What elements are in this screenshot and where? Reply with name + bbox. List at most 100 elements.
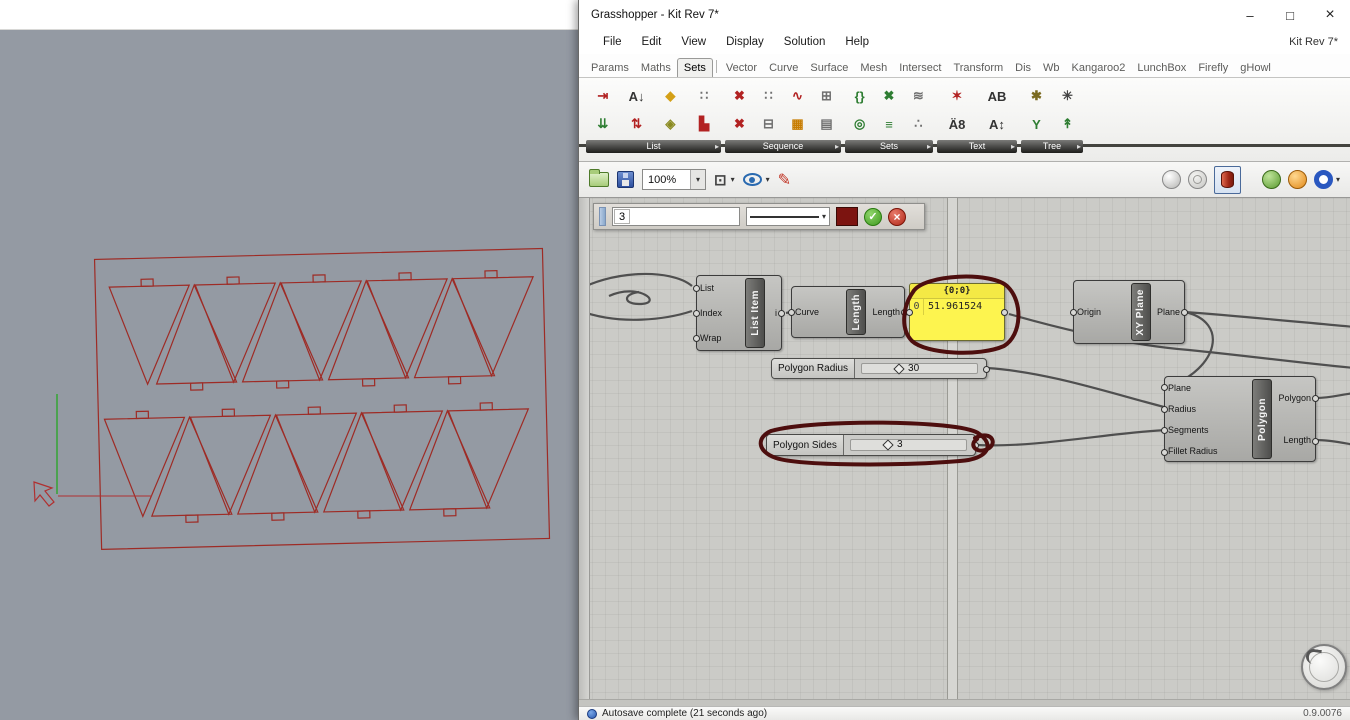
delete-consecutive-icon[interactable]: ∴ [904,110,933,138]
slider-polygon-radius[interactable]: Polygon Radius 30 [771,358,990,379]
menu-display[interactable]: Display [716,36,774,48]
stack-data-icon[interactable]: ▤ [812,110,841,138]
concatenate-icon[interactable]: AB [977,82,1017,110]
group-label-sets[interactable]: Sets ▸ [845,140,933,153]
cull-pattern-icon[interactable]: ✖ [725,82,754,110]
partition-list-icon[interactable]: ∷ [687,82,721,110]
component-core[interactable]: Length [846,289,867,335]
display-settings-icon[interactable] [1313,170,1333,189]
tab-dis[interactable]: Dis [1009,59,1037,77]
output-port[interactable] [1181,309,1188,316]
set-union-icon[interactable]: ≋ [904,82,933,110]
input-port[interactable] [693,310,700,317]
tab-transform[interactable]: Transform [947,59,1009,77]
data-panel[interactable]: {0;0} 0 51.961524 [906,283,1008,341]
zoom-dropdown[interactable]: 100% ▾ [642,169,706,190]
output-port[interactable] [972,442,979,449]
slider-track[interactable]: 30 [861,362,978,375]
graft-tree-icon[interactable]: Y [1021,110,1052,138]
canvas-hscrollbar[interactable] [579,699,1350,706]
cancel-button[interactable]: × [888,207,906,226]
dropdown-icon[interactable]: ▾ [822,212,826,221]
pick-choose-icon[interactable]: ⇊ [586,110,620,138]
preview-quality-icon[interactable] [1287,170,1307,189]
group-expand-icon[interactable]: ▸ [1077,140,1081,153]
sketch-value[interactable]: 3 [614,209,630,224]
group-expand-icon[interactable]: ▸ [715,140,719,153]
group-expand-icon[interactable]: ▸ [835,140,839,153]
reverse-list-icon[interactable]: ◈ [654,110,688,138]
slider-polygon-sides[interactable]: Polygon Sides 3 [766,434,979,456]
tab-lunchbox[interactable]: LunchBox [1131,59,1192,77]
canvas-compass[interactable] [1301,644,1347,690]
text-fragment-icon[interactable]: ✶ [937,82,977,110]
output-port[interactable] [983,366,990,373]
group-label-list[interactable]: List ▸ [586,140,721,153]
component-core[interactable]: List Item [745,278,765,348]
tab-vector[interactable]: Vector [720,59,763,77]
slider-handle[interactable] [882,439,894,451]
group-label-sequence[interactable]: Sequence ▸ [725,140,841,153]
preview-wireframe-icon[interactable] [1187,170,1207,189]
menu-view[interactable]: View [671,36,716,48]
slider-handle[interactable] [893,362,905,375]
menu-edit[interactable]: Edit [632,36,672,48]
sketch-value-field[interactable]: 3 [612,207,740,226]
toolbar-grip[interactable] [599,207,606,226]
tab-ghowl[interactable]: gHowl [1234,59,1277,77]
group-label-tree[interactable]: Tree ▸ [1021,140,1083,153]
explode-tree-icon[interactable]: ✱ [1021,82,1052,110]
create-set-icon[interactable]: {} [845,82,874,110]
input-port[interactable] [1070,309,1077,316]
item-index-icon[interactable]: ◆ [654,82,688,110]
tab-mesh[interactable]: Mesh [854,59,893,77]
insert-items-icon[interactable]: ⇥ [586,82,620,110]
maximize-button[interactable]: □ [1270,0,1310,30]
member-index-icon[interactable]: ◎ [845,110,874,138]
menu-help[interactable]: Help [835,36,879,48]
input-port[interactable] [906,309,913,316]
input-port[interactable] [1161,427,1168,434]
sort-text-icon[interactable]: A↕ [977,110,1017,138]
group-expand-icon[interactable]: ▸ [927,140,931,153]
component-list-item[interactable]: List Index Wrap List Item i [693,275,785,351]
set-intersection-icon[interactable]: ≡ [874,110,903,138]
output-port[interactable] [1312,395,1319,402]
dropdown-icon[interactable]: ▾ [766,175,770,184]
close-button[interactable]: × [1310,0,1350,30]
component-polygon[interactable]: Plane Radius Segments Fillet Radius Poly… [1161,376,1319,462]
preview-shaded-button[interactable] [1213,165,1241,194]
accept-button[interactable]: ✓ [864,207,882,226]
slider-track[interactable]: 3 [849,439,967,451]
open-file-icon[interactable] [589,169,609,187]
input-port[interactable] [788,309,795,316]
tab-surface[interactable]: Surface [804,59,854,77]
set-difference-icon[interactable]: ✖ [874,82,903,110]
input-port[interactable] [693,335,700,342]
dropdown-icon[interactable]: ▾ [731,175,735,184]
group-label-text-group[interactable]: Text ▸ [937,140,1017,153]
sketch-pen-icon[interactable]: ✎ [778,170,791,190]
sort-list-icon[interactable]: ⇅ [620,110,654,138]
flatten-tree-icon[interactable]: ✳ [1052,82,1083,110]
component-length[interactable]: Curve Length Length [788,286,908,338]
menu-solution[interactable]: Solution [774,36,836,48]
dropdown-icon[interactable]: ▾ [1336,175,1340,184]
component-core[interactable]: XY Plane [1130,283,1151,341]
output-port[interactable] [1001,309,1008,316]
tab-maths[interactable]: Maths [635,59,677,77]
tab-firefly[interactable]: Firefly [1192,59,1234,77]
output-port[interactable] [1312,438,1319,445]
dropdown-icon[interactable]: ▾ [690,170,705,189]
characters-icon[interactable]: Ä8 [937,110,977,138]
minimize-button[interactable]: – [1230,0,1270,30]
output-port[interactable] [778,310,785,317]
preview-off-icon[interactable] [1161,170,1181,189]
jitter-icon[interactable]: ∿ [783,82,812,110]
custom-preview-icon[interactable] [1261,170,1281,189]
input-port[interactable] [693,285,700,292]
series-icon[interactable]: ⊟ [754,110,783,138]
weave-icon[interactable]: ▙ [687,110,721,138]
preview-eye-icon[interactable] [742,173,762,186]
list-length-icon[interactable]: A↓ [620,82,654,110]
